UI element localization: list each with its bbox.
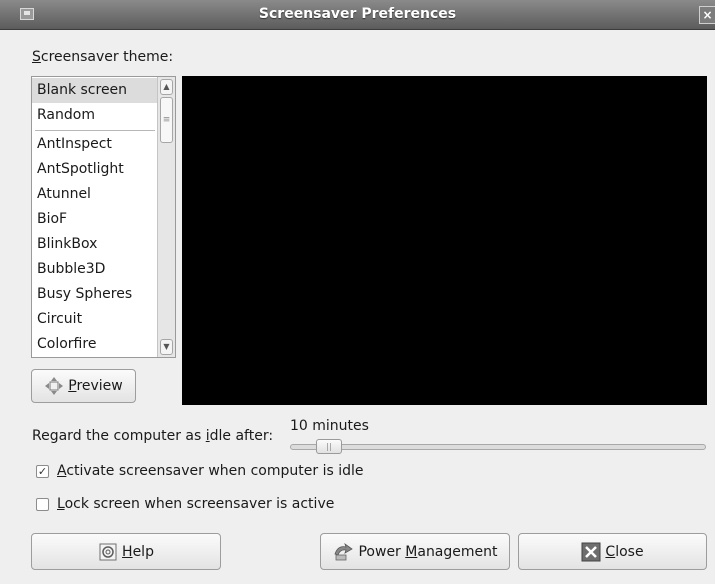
help-button-label: Help [122,543,154,560]
scroll-up-icon[interactable]: ▲ [160,79,173,95]
power-management-label: Power Management [358,543,498,560]
preview-button[interactable]: Preview [31,369,136,403]
title-bar: Screensaver Preferences × [0,0,715,30]
close-button-label: Close [605,543,644,560]
idle-label: Regard the computer as idle after: [32,428,274,444]
activate-label: Activate screensaver when computer is id… [57,463,364,479]
power-management-button[interactable]: Power Management [320,533,510,570]
theme-list-item[interactable]: AntSpotlight [32,157,157,182]
theme-list-item[interactable]: BioF [32,207,157,232]
help-button[interactable]: Help [31,533,221,570]
theme-list-scrollbar[interactable]: ▲ ≡ ▼ [157,77,175,357]
activate-screensaver-option[interactable]: ✓ Activate screensaver when computer is … [36,463,364,479]
preview-button-label: Preview [68,378,123,394]
activate-checkbox[interactable]: ✓ [36,464,49,478]
window-title: Screensaver Preferences [258,6,457,22]
screensaver-preview [182,76,707,405]
idle-slider-track[interactable] [290,444,706,450]
close-icon [581,542,601,562]
theme-list-item[interactable]: Circuit [32,307,157,332]
help-icon [98,542,118,562]
theme-list-item[interactable]: Bubble3D [32,257,157,282]
scroll-thumb[interactable]: ≡ [160,97,173,143]
lock-checkbox[interactable] [36,497,49,511]
window-close-icon[interactable]: × [699,6,715,24]
theme-list-item[interactable]: Random [32,103,157,128]
idle-value: 10 minutes [290,418,369,434]
preview-icon [44,376,64,396]
close-button[interactable]: Close [518,533,707,570]
list-separator [35,130,155,131]
idle-slider-handle[interactable]: || [316,439,342,454]
theme-list-item[interactable]: Atunnel [32,182,157,207]
power-management-icon [332,542,354,562]
lock-screen-option[interactable]: Lock screen when screensaver is active [36,496,334,512]
scroll-down-icon[interactable]: ▼ [160,339,173,355]
theme-list-item[interactable]: BlinkBox [32,232,157,257]
screensaver-theme-label: Screensaver theme: [32,49,174,65]
theme-list-item[interactable]: Blank screen [32,78,157,103]
theme-list-item[interactable]: Colorfire [32,332,157,357]
theme-list-item[interactable]: Busy Spheres [32,282,157,307]
theme-list-item[interactable]: AntInspect [32,132,157,157]
theme-list[interactable]: Blank screen Random AntInspect AntSpotli… [31,76,176,358]
lock-label: Lock screen when screensaver is active [57,496,335,512]
